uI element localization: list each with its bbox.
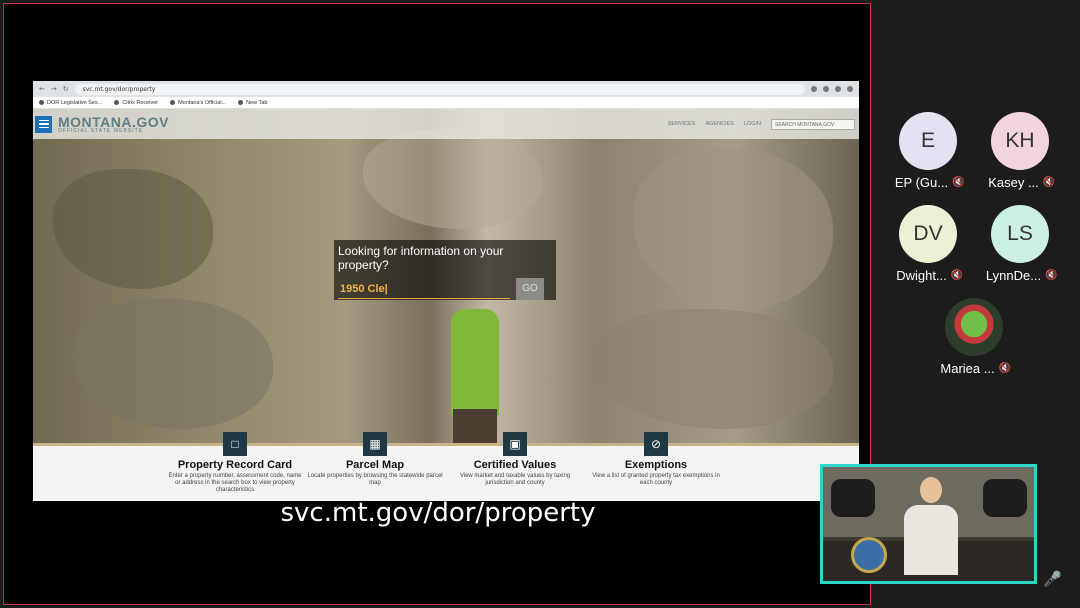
avatar: E — [899, 112, 957, 170]
profile-icon[interactable] — [847, 86, 853, 92]
reload-icon[interactable]: ↻ — [63, 85, 69, 93]
back-icon[interactable]: ← — [39, 85, 45, 93]
bookmark-star-icon[interactable] — [835, 86, 841, 92]
participant-tile[interactable]: Mariea ... 🔇 — [929, 298, 1019, 376]
participant-name: Mariea ... 🔇 — [940, 361, 1012, 376]
card-certified-values[interactable]: ▣ Certified Values View market and taxab… — [445, 432, 585, 487]
extension-icon[interactable] — [811, 86, 817, 92]
avatar: LS — [991, 205, 1049, 263]
mic-muted-icon: 🔇 — [1045, 270, 1058, 281]
browser-window: ← → ↻ svc.mt.gov/dor/property DOR Legisl… — [33, 81, 859, 501]
property-lookup-box: Looking for information on your property… — [334, 240, 556, 300]
montana-gov-logo[interactable]: MONTANA.GOV OFFICIAL STATE WEBSITE — [58, 115, 169, 134]
avatar: DV — [899, 205, 957, 263]
lookup-row: 1950 Cle| GO — [338, 278, 552, 300]
bookmark-item[interactable]: Citrix Receiver — [114, 100, 158, 106]
address-bar[interactable]: svc.mt.gov/dor/property — [74, 83, 805, 95]
mic-muted-icon: 🔇 — [1042, 177, 1056, 188]
nav-services[interactable]: SERVICES — [668, 121, 696, 127]
county-seal-image — [851, 537, 887, 573]
participant-name: Dwight... 🔇 — [896, 268, 964, 283]
nav-login[interactable]: LOGIN — [744, 121, 761, 127]
rock-shape — [363, 129, 543, 229]
meeting-window: ← → ↻ svc.mt.gov/dor/property DOR Legisl… — [0, 0, 1080, 608]
map-icon: ▦ — [363, 432, 387, 456]
canyon-hero-image: MONTANA.GOV OFFICIAL STATE WEBSITE SERVI… — [33, 109, 859, 443]
site-search-input[interactable]: SEARCH MONTANA.GOV — [771, 118, 855, 130]
property-search-input[interactable]: 1950 Cle| — [338, 279, 510, 299]
rock-shape — [53, 169, 213, 289]
document-icon: □ — [223, 432, 247, 456]
mic-muted-icon: 🔇 — [950, 270, 964, 281]
bookmark-icon — [238, 100, 244, 105]
rock-shape — [73, 299, 273, 429]
shared-screen: ← → ↻ svc.mt.gov/dor/property DOR Legisl… — [3, 3, 871, 605]
mic-muted-icon: 🔇 — [998, 363, 1012, 374]
microphone-icon[interactable]: 🎤 — [1043, 570, 1062, 590]
speaker-video[interactable] — [820, 464, 1037, 584]
bookmarks-bar: DOR Legislative Ses... Citrix Receiver M… — [33, 97, 859, 109]
rock-shape — [593, 309, 833, 429]
share-icon[interactable] — [823, 86, 829, 92]
chair-left — [831, 479, 875, 517]
avatar — [945, 298, 1003, 356]
lookup-question: Looking for information on your property… — [338, 244, 504, 272]
chair-right — [983, 479, 1027, 517]
participant-tile[interactable]: E EP (Gu... 🔇 — [883, 112, 973, 190]
presentation-caption: svc.mt.gov/dor/property — [280, 498, 596, 528]
rock-shape — [633, 149, 833, 309]
bookmark-icon — [114, 100, 120, 105]
participant-tile[interactable]: DV Dwight... 🔇 — [883, 205, 973, 283]
prohibited-icon: ⊘ — [644, 432, 668, 456]
bookmark-item[interactable]: Montana's Official... — [170, 100, 226, 106]
participant-name: LynnDe... 🔇 — [985, 268, 1058, 283]
property-website: MONTANA.GOV OFFICIAL STATE WEBSITE SERVI… — [33, 109, 859, 501]
site-header: MONTANA.GOV OFFICIAL STATE WEBSITE SERVI… — [33, 109, 859, 139]
speaker-person — [901, 477, 961, 581]
mic-muted-icon: 🔇 — [952, 177, 965, 188]
bookmark-item[interactable]: New Tab — [238, 100, 267, 106]
card-parcel-map[interactable]: ▦ Parcel Map Locate properties by browsi… — [305, 432, 445, 487]
bookmark-icon — [39, 100, 44, 105]
site-nav: SERVICES AGENCIES LOGIN SEARCH MONTANA.G… — [668, 118, 859, 130]
card-property-record[interactable]: □ Property Record Card Enter a property … — [165, 432, 305, 495]
speaker-head — [920, 477, 942, 503]
bookmark-icon — [170, 100, 176, 105]
participant-name: EP (Gu... 🔇 — [894, 175, 965, 190]
service-cards: □ Property Record Card Enter a property … — [33, 432, 859, 501]
nav-agencies[interactable]: AGENCIES — [705, 121, 733, 127]
participant-tile[interactable]: KH Kasey ... 🔇 — [975, 112, 1065, 190]
bookmark-item[interactable]: DOR Legislative Ses... — [39, 100, 102, 106]
speaker-body — [904, 505, 958, 575]
avatar: KH — [991, 112, 1049, 170]
go-button[interactable]: GO — [516, 278, 544, 300]
browser-toolbar: ← → ↻ svc.mt.gov/dor/property — [33, 81, 859, 97]
participant-name: Kasey ... 🔇 — [988, 175, 1056, 190]
participant-tile[interactable]: LS LynnDe... 🔇 — [975, 205, 1065, 283]
monitor-icon: ▣ — [503, 432, 527, 456]
hamburger-menu-icon[interactable] — [35, 115, 52, 133]
card-exemptions[interactable]: ⊘ Exemptions View a list of granted prop… — [586, 432, 726, 487]
forward-icon[interactable]: → — [51, 85, 57, 93]
hiker-backpack — [451, 309, 499, 419]
